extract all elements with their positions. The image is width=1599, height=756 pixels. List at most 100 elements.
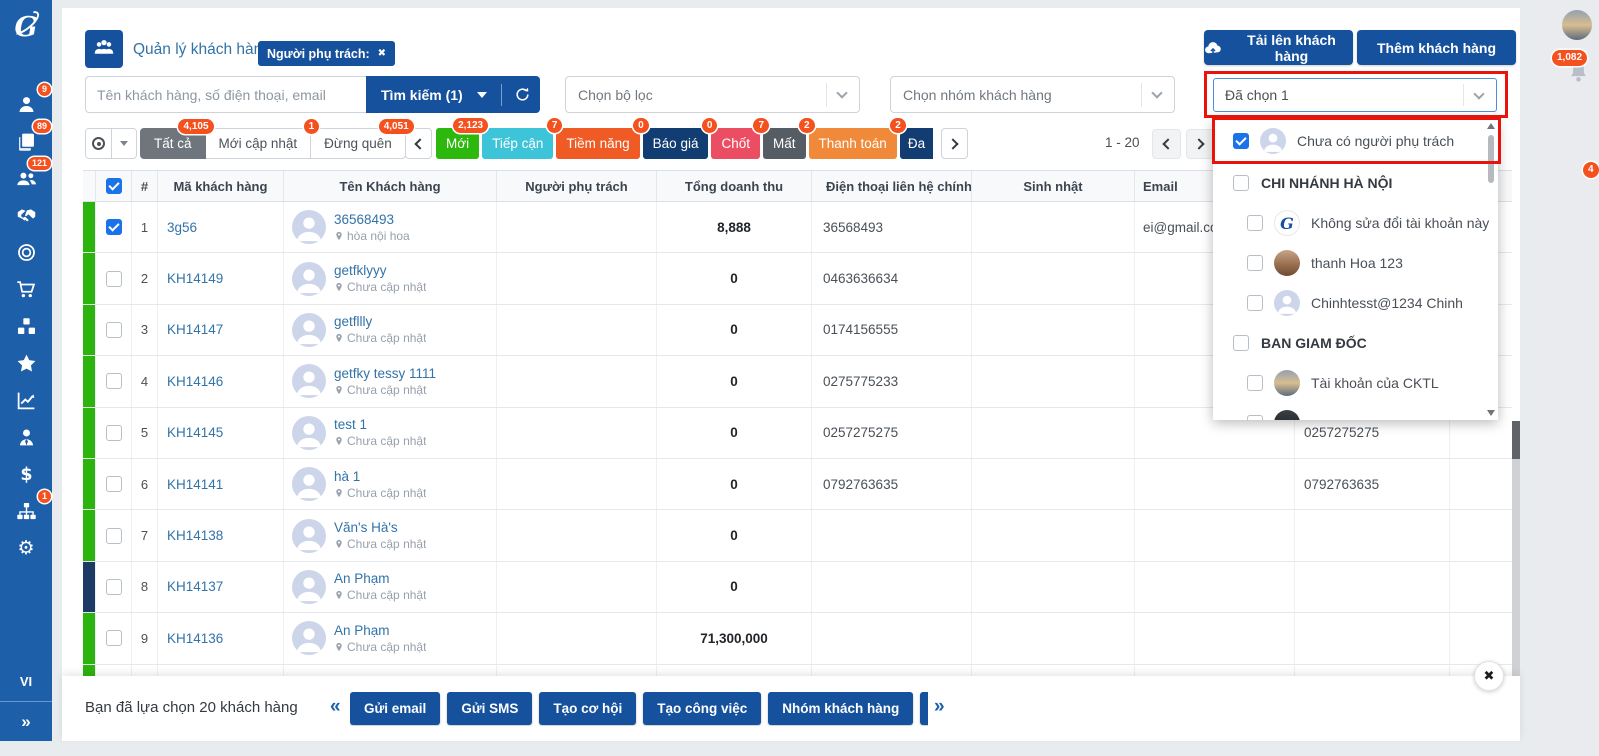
sidebar-item-person-tie[interactable] xyxy=(0,419,52,456)
sidebar-item-cart[interactable] xyxy=(0,271,52,308)
assignee-select[interactable]: Đã chọn 1 xyxy=(1213,78,1497,112)
close-action-bar-button[interactable]: ✖ xyxy=(1474,661,1504,691)
customer-code-link[interactable]: KH14138 xyxy=(167,528,223,543)
option-checkbox[interactable] xyxy=(1247,415,1263,420)
record-view-button[interactable] xyxy=(86,129,111,158)
scope-tab[interactable]: Tất cả 4,105 xyxy=(140,128,206,159)
column-header-index[interactable]: # xyxy=(131,171,157,201)
refresh-icon[interactable] xyxy=(514,86,531,103)
select-all-checkbox[interactable] xyxy=(106,178,122,194)
customer-code-link[interactable]: 3g56 xyxy=(167,220,197,235)
remove-filter-icon[interactable]: ✖ xyxy=(378,48,386,59)
row-checkbox[interactable] xyxy=(106,528,122,544)
option-checkbox[interactable] xyxy=(1233,133,1249,149)
customer-code-link[interactable]: KH14137 xyxy=(167,579,223,594)
bulk-action-button[interactable]: Tạo cơ hội xyxy=(539,692,636,725)
customer-code-link[interactable]: KH14141 xyxy=(167,477,223,492)
sidebar-expand-button[interactable]: » xyxy=(0,701,52,741)
dropdown-scrollbar[interactable] xyxy=(1487,121,1495,418)
sidebar-item-chart-line[interactable] xyxy=(0,382,52,419)
customer-name-link[interactable]: hà 1 xyxy=(334,469,426,484)
search-input[interactable] xyxy=(85,76,366,113)
customer-code-link[interactable]: KH14146 xyxy=(167,374,223,389)
tabs-scroll-right-button[interactable] xyxy=(941,128,968,159)
sidebar-item-user[interactable]: 9 xyxy=(0,86,52,123)
customer-name-link[interactable]: getfky tessy 1111 xyxy=(334,366,436,381)
sidebar-item-star[interactable] xyxy=(0,345,52,382)
collapse-left-icon[interactable]: « xyxy=(330,696,341,718)
bulk-action-button[interactable]: Gửi SMS xyxy=(447,692,532,725)
bulk-action-button[interactable]: Nguồn K xyxy=(920,692,928,725)
column-header-revenue[interactable]: Tổng doanh thu xyxy=(656,171,811,201)
sidebar-item-handshake[interactable] xyxy=(0,197,52,234)
status-tab[interactable]: Báo giá 0 xyxy=(643,128,709,159)
sidebar-item-sitemap[interactable]: 1 xyxy=(0,493,52,530)
customer-code-link[interactable]: KH14147 xyxy=(167,322,223,337)
customer-module-icon-button[interactable] xyxy=(85,30,123,68)
option-checkbox[interactable] xyxy=(1247,255,1263,271)
scroll-down-icon[interactable] xyxy=(1487,410,1495,416)
sidebar-item-gear[interactable]: ⚙ xyxy=(0,530,52,567)
assignee-group-option[interactable]: BAN GIAM ĐỐC xyxy=(1213,323,1498,363)
row-checkbox[interactable] xyxy=(106,425,122,441)
status-tab[interactable]: Tiếp cận 7 xyxy=(482,128,553,159)
option-checkbox[interactable] xyxy=(1233,335,1249,351)
option-checkbox[interactable] xyxy=(1233,175,1249,191)
customer-name-link[interactable]: test 1 xyxy=(334,417,426,432)
customer-group-select[interactable]: Chọn nhóm khách hàng xyxy=(890,76,1175,113)
scope-tab[interactable]: Đừng quên 4,051 xyxy=(310,128,406,159)
column-header-phone[interactable]: Điện thoại liên hệ chính xyxy=(811,171,971,201)
option-checkbox[interactable] xyxy=(1247,375,1263,391)
sidebar-item-dollar[interactable]: $ xyxy=(0,456,52,493)
assignee-option[interactable]: Chinhtesst@1234 Chinh xyxy=(1213,283,1498,323)
sidebar-item-documents[interactable]: 89 xyxy=(0,123,52,160)
customer-code-link[interactable]: KH14136 xyxy=(167,631,223,646)
status-tab[interactable]: Đa xyxy=(900,128,933,159)
search-button[interactable]: Tìm kiếm (1) xyxy=(366,76,540,113)
assignee-option[interactable] xyxy=(1213,403,1498,420)
customer-name-link[interactable]: An Phạm xyxy=(334,623,426,638)
row-checkbox[interactable] xyxy=(106,630,122,646)
customer-code-link[interactable]: KH14149 xyxy=(167,271,223,286)
view-options-dropdown[interactable] xyxy=(111,129,136,158)
upload-customers-button[interactable]: Tải lên khách hàng xyxy=(1204,30,1353,65)
language-label[interactable]: VI xyxy=(0,674,52,689)
column-header-assignee[interactable]: Người phụ trách xyxy=(496,171,656,201)
user-avatar[interactable] xyxy=(1562,10,1592,40)
option-checkbox[interactable] xyxy=(1247,295,1263,311)
pagination-next-button[interactable] xyxy=(1186,129,1215,159)
row-checkbox[interactable] xyxy=(106,579,122,595)
column-header-birthday[interactable]: Sinh nhật xyxy=(971,171,1134,201)
assignee-option[interactable]: G Không sửa đổi tài khoản này xyxy=(1213,203,1498,243)
column-header-name[interactable]: Tên Khách hàng xyxy=(283,171,496,201)
row-checkbox[interactable] xyxy=(106,271,122,287)
customer-name-link[interactable]: 36568493 xyxy=(334,212,410,227)
status-tab[interactable]: Mới 2,123 xyxy=(436,128,479,159)
row-checkbox[interactable] xyxy=(106,476,122,492)
sidebar-item-cubes[interactable] xyxy=(0,308,52,345)
status-tab[interactable]: Chốt 7 xyxy=(711,128,760,159)
pagination-prev-button[interactable] xyxy=(1152,129,1181,159)
assignee-option[interactable]: Chưa có người phụ trách xyxy=(1213,119,1498,163)
customer-code-link[interactable]: KH14145 xyxy=(167,425,223,440)
dropdown-scrollbar-thumb[interactable] xyxy=(1488,135,1494,183)
column-header-code[interactable]: Mã khách hàng xyxy=(157,171,283,201)
scope-tab[interactable]: Mới cập nhật 1 xyxy=(205,128,312,159)
sidebar-item-target[interactable] xyxy=(0,234,52,271)
customer-name-link[interactable]: Văn's Hà's xyxy=(334,520,426,535)
filter-select[interactable]: Chọn bộ lọc xyxy=(565,76,860,113)
assignee-option[interactable]: Tài khoản của CKTL xyxy=(1213,363,1498,403)
bulk-action-button[interactable]: Nhóm khách hàng xyxy=(768,692,913,725)
row-checkbox[interactable] xyxy=(106,373,122,389)
bulk-action-button[interactable]: Gửi email xyxy=(350,692,440,725)
add-customer-button[interactable]: Thêm khách hàng xyxy=(1357,30,1516,65)
row-checkbox[interactable] xyxy=(106,219,122,235)
scrollbar-thumb[interactable] xyxy=(1512,421,1520,459)
row-checkbox[interactable] xyxy=(106,322,122,338)
bulk-action-button[interactable]: Tạo công việc xyxy=(643,692,761,725)
option-checkbox[interactable] xyxy=(1247,215,1263,231)
customer-name-link[interactable]: An Phạm xyxy=(334,571,426,586)
customer-name-link[interactable]: getfklyyy xyxy=(334,263,426,278)
customer-name-link[interactable]: getfllly xyxy=(334,314,426,329)
assignee-option[interactable]: thanh Hoa 123 xyxy=(1213,243,1498,283)
